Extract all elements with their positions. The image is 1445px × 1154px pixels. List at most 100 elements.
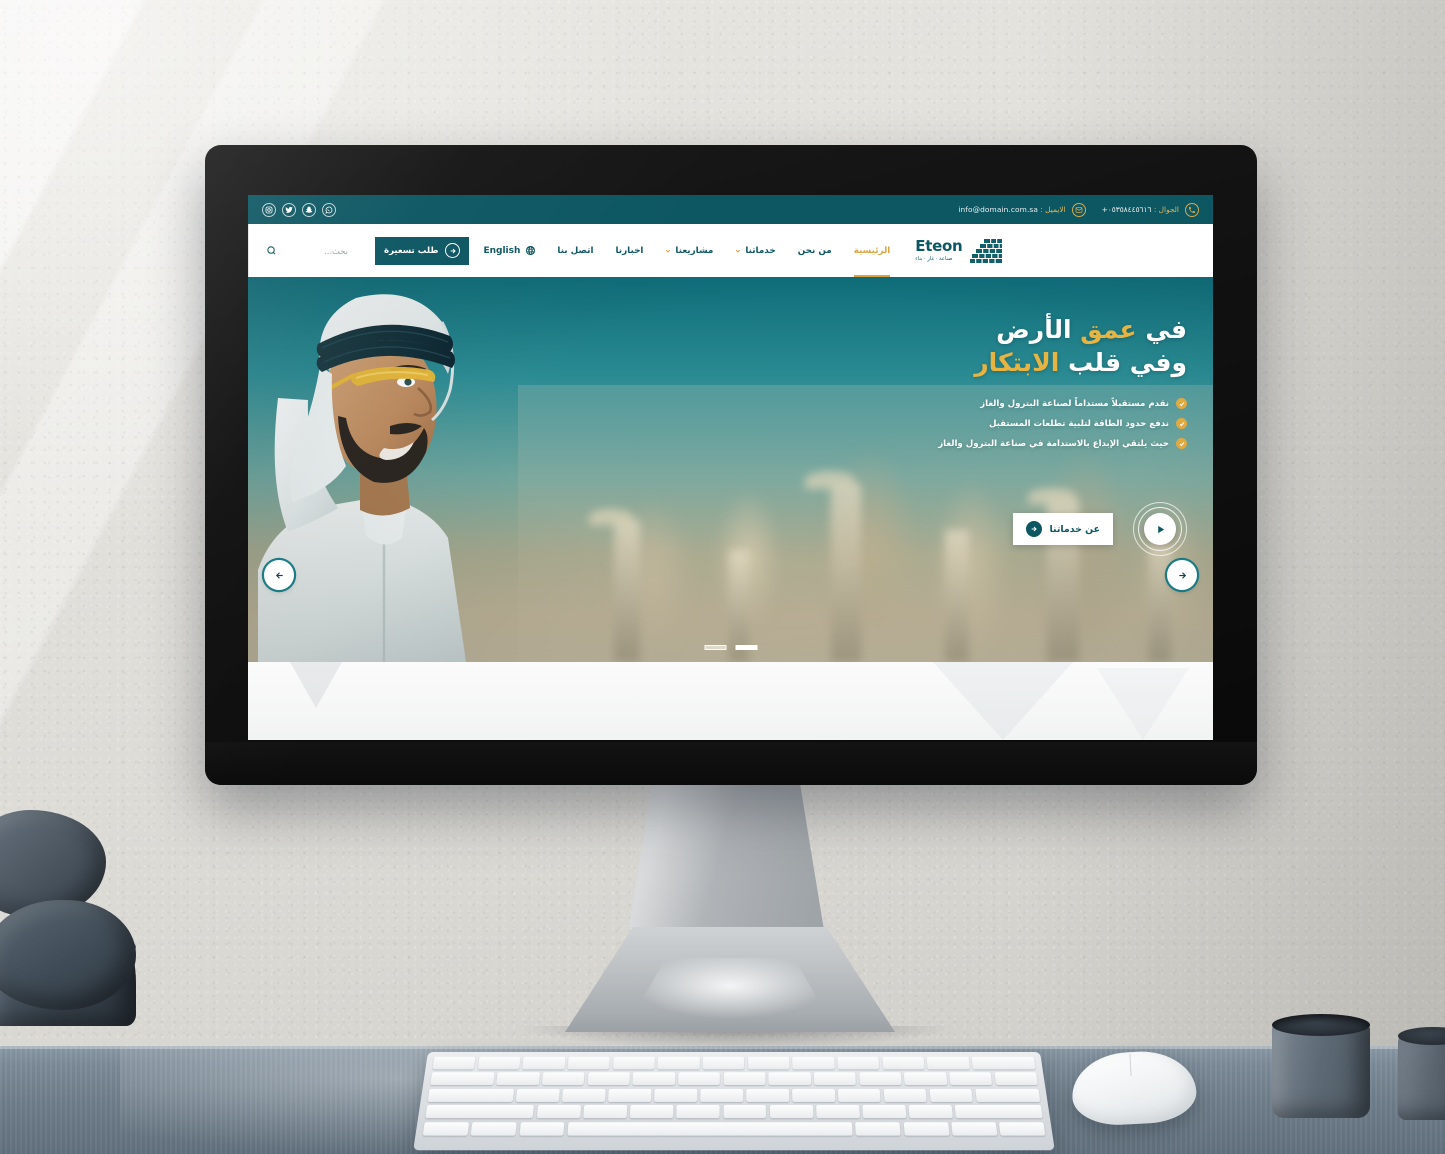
keyboard-row bbox=[425, 1105, 1043, 1119]
key[interactable] bbox=[769, 1105, 814, 1119]
key[interactable] bbox=[746, 1088, 789, 1102]
key[interactable] bbox=[815, 1105, 860, 1119]
shift-key[interactable] bbox=[425, 1105, 535, 1119]
enter-key[interactable] bbox=[974, 1088, 1041, 1102]
key[interactable] bbox=[971, 1056, 1036, 1070]
key[interactable] bbox=[858, 1072, 902, 1086]
key[interactable] bbox=[676, 1105, 720, 1119]
whatsapp-icon[interactable] bbox=[322, 202, 336, 217]
key[interactable] bbox=[700, 1088, 743, 1102]
key[interactable] bbox=[768, 1072, 811, 1086]
key[interactable] bbox=[813, 1072, 857, 1086]
nav-item-services[interactable]: خدماتنا bbox=[724, 224, 786, 277]
nav-item-label: خدماتنا bbox=[745, 245, 776, 256]
twitter-icon[interactable] bbox=[282, 202, 296, 217]
decor-vessel-left bbox=[1272, 1022, 1370, 1118]
key[interactable] bbox=[632, 1072, 676, 1086]
language-switcher[interactable]: English bbox=[483, 245, 536, 256]
video-play-control[interactable] bbox=[1133, 502, 1187, 556]
nav-item-contact[interactable]: اتصل بنا bbox=[546, 224, 604, 277]
check-icon bbox=[1176, 418, 1187, 429]
key[interactable] bbox=[657, 1056, 700, 1070]
carousel-dot-2[interactable] bbox=[735, 645, 757, 650]
nav-menu-area: Eteon صناعة · غاز · بناء الرئيسية من نحن… bbox=[546, 224, 1213, 278]
key[interactable] bbox=[612, 1056, 655, 1070]
about-services-button[interactable]: عن خدماتنا bbox=[1012, 513, 1113, 545]
key[interactable] bbox=[470, 1121, 517, 1136]
email-text: الايميل : info@domain.com.sa bbox=[958, 205, 1065, 214]
key[interactable] bbox=[496, 1072, 540, 1086]
hero-bullet-list: نقدم مستقبلاً مستداماً لصناعة البترول وا… bbox=[787, 398, 1187, 449]
key[interactable] bbox=[862, 1105, 907, 1119]
key[interactable] bbox=[567, 1056, 611, 1070]
key[interactable] bbox=[587, 1072, 630, 1086]
key[interactable] bbox=[536, 1105, 581, 1119]
key[interactable] bbox=[541, 1072, 585, 1086]
key[interactable] bbox=[422, 1121, 470, 1136]
nav-item-news[interactable]: اخبارنا bbox=[605, 224, 655, 277]
snapchat-icon[interactable] bbox=[302, 202, 316, 217]
site-logo[interactable]: Eteon صناعة · غاز · بناء bbox=[901, 238, 1011, 264]
play-button[interactable] bbox=[1144, 513, 1176, 545]
key[interactable] bbox=[792, 1088, 835, 1102]
key[interactable] bbox=[678, 1072, 721, 1086]
key[interactable] bbox=[837, 1088, 881, 1102]
key[interactable] bbox=[926, 1056, 970, 1070]
key[interactable] bbox=[519, 1121, 565, 1136]
key[interactable] bbox=[998, 1121, 1046, 1136]
contact-email[interactable]: الايميل : info@domain.com.sa bbox=[958, 202, 1086, 217]
key[interactable] bbox=[702, 1056, 745, 1070]
shift-key[interactable] bbox=[955, 1105, 1043, 1119]
decor-vessel-left-rim bbox=[1272, 1014, 1370, 1036]
search-area[interactable]: بحث... bbox=[248, 224, 365, 277]
carousel-prev-button[interactable] bbox=[264, 560, 294, 590]
phone-text: الجوال : ٠٥٣٥٨٤٤٥٦١٦+ bbox=[1102, 205, 1179, 214]
nav-item-about[interactable]: من نحن bbox=[787, 224, 843, 277]
carousel-dot-1[interactable] bbox=[704, 645, 726, 650]
key[interactable] bbox=[929, 1088, 974, 1102]
space-key[interactable] bbox=[567, 1121, 853, 1136]
key[interactable] bbox=[516, 1088, 560, 1102]
instagram-icon[interactable] bbox=[262, 202, 276, 217]
key[interactable] bbox=[747, 1056, 790, 1070]
key[interactable] bbox=[583, 1105, 628, 1119]
logo-tagline: صناعة · غاز · بناء bbox=[915, 256, 953, 262]
key[interactable] bbox=[562, 1088, 606, 1102]
hero-headline-line2: وفي قلب الابتكار bbox=[787, 348, 1187, 379]
key[interactable] bbox=[430, 1072, 495, 1086]
key[interactable] bbox=[427, 1088, 515, 1102]
nav-item-projects[interactable]: مشاريعنا bbox=[654, 224, 724, 277]
contact-phone[interactable]: الجوال : ٠٥٣٥٨٤٤٥٦١٦+ bbox=[1102, 202, 1199, 217]
key[interactable] bbox=[723, 1105, 767, 1119]
key[interactable] bbox=[882, 1056, 925, 1070]
check-icon bbox=[1176, 438, 1187, 449]
nav-actions: طلب تسعيرة English bbox=[365, 224, 546, 277]
keyboard[interactable] bbox=[413, 1052, 1055, 1151]
key[interactable] bbox=[908, 1105, 953, 1119]
search-input[interactable]: بحث... bbox=[324, 246, 348, 256]
key[interactable] bbox=[432, 1056, 476, 1070]
main-menu: الرئيسية من نحن خدماتنا مشاريعنا اخبارنا… bbox=[546, 224, 902, 278]
search-icon[interactable] bbox=[266, 245, 277, 256]
key[interactable] bbox=[608, 1088, 652, 1102]
key[interactable] bbox=[994, 1072, 1038, 1086]
carousel-next-button[interactable] bbox=[1167, 560, 1197, 590]
key[interactable] bbox=[949, 1072, 993, 1086]
key[interactable] bbox=[477, 1056, 521, 1070]
nav-item-home[interactable]: الرئيسية bbox=[843, 224, 902, 278]
key[interactable] bbox=[904, 1072, 948, 1086]
hero-bullet-item: نقدم مستقبلاً مستداماً لصناعة البترول وا… bbox=[787, 398, 1187, 409]
key[interactable] bbox=[792, 1056, 835, 1070]
key[interactable] bbox=[522, 1056, 566, 1070]
key[interactable] bbox=[951, 1121, 998, 1136]
key[interactable] bbox=[723, 1072, 766, 1086]
key[interactable] bbox=[883, 1088, 927, 1102]
check-icon bbox=[1176, 398, 1187, 409]
key[interactable] bbox=[837, 1056, 880, 1070]
key[interactable] bbox=[629, 1105, 674, 1119]
request-quote-button[interactable]: طلب تسعيرة bbox=[375, 236, 470, 265]
key[interactable] bbox=[654, 1088, 698, 1102]
key[interactable] bbox=[855, 1121, 901, 1136]
key[interactable] bbox=[903, 1121, 950, 1136]
hero-headline-2-pre: وفي قلب bbox=[1059, 347, 1187, 377]
